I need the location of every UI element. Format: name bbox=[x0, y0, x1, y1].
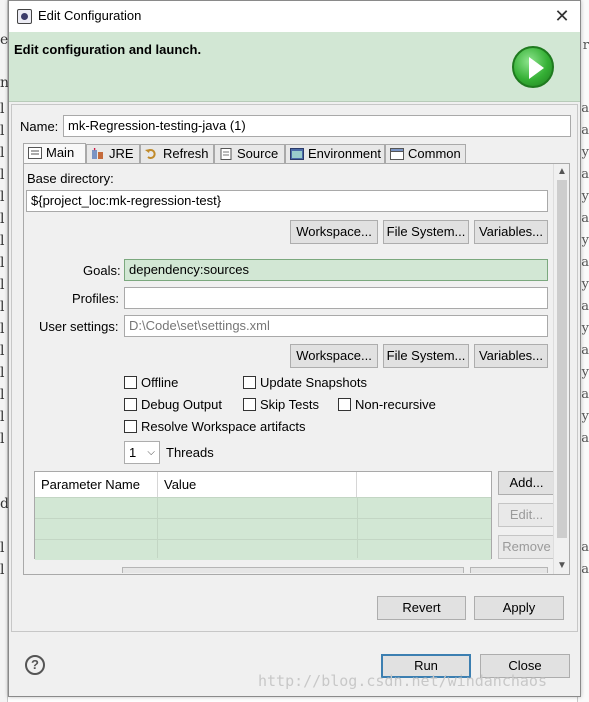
offline-label: Offline bbox=[141, 375, 179, 390]
profiles-input[interactable] bbox=[124, 287, 548, 309]
threads-label: Threads bbox=[166, 445, 214, 460]
title-bar[interactable]: Edit Configuration ✕ bbox=[9, 1, 580, 32]
column-value[interactable]: Value bbox=[158, 472, 357, 497]
profiles-label: Profiles: bbox=[72, 291, 119, 306]
goals-input[interactable]: dependency:sources bbox=[124, 259, 548, 281]
header-banner: Edit configuration and launch. bbox=[9, 32, 580, 102]
settings-variables-button[interactable]: Variables... bbox=[474, 344, 548, 368]
common-icon bbox=[390, 148, 404, 160]
run-launch-icon bbox=[512, 46, 554, 88]
scroll-down-icon[interactable]: ▼ bbox=[554, 558, 569, 574]
environment-icon bbox=[290, 148, 304, 160]
tab-refresh-label: Refresh bbox=[163, 146, 209, 161]
edit-parameter-button[interactable]: Edit... bbox=[498, 503, 555, 527]
name-input[interactable]: mk-Regression-testing-java (1) bbox=[63, 115, 571, 137]
user-settings-label: User settings: bbox=[39, 319, 119, 334]
chevron-down-icon: ⌵ bbox=[147, 447, 155, 458]
resolve-workspace-label: Resolve Workspace artifacts bbox=[141, 419, 306, 434]
debug-output-checkbox[interactable] bbox=[124, 398, 137, 411]
clipped-row-below bbox=[122, 567, 464, 573]
tab-main[interactable]: Main bbox=[23, 143, 86, 165]
tab-refresh[interactable]: Refresh bbox=[140, 144, 214, 164]
apply-button[interactable]: Apply bbox=[474, 596, 564, 620]
threads-select[interactable]: 1 ⌵ bbox=[124, 441, 160, 464]
table-row[interactable] bbox=[35, 539, 491, 560]
eclipse-app-icon bbox=[17, 9, 32, 24]
remove-parameter-button[interactable]: Remove bbox=[498, 535, 555, 559]
update-snapshots-label: Update Snapshots bbox=[260, 375, 367, 390]
parameter-table[interactable]: Parameter Name Value bbox=[34, 471, 492, 560]
table-row[interactable] bbox=[35, 518, 491, 539]
settings-filesystem-button[interactable]: File System... bbox=[383, 344, 469, 368]
add-parameter-button[interactable]: Add... bbox=[498, 471, 555, 495]
base-dir-variables-button[interactable]: Variables... bbox=[474, 220, 548, 244]
tab-common-label: Common bbox=[408, 146, 461, 161]
main-tab-icon bbox=[28, 147, 42, 159]
close-window-button[interactable]: ✕ bbox=[550, 5, 574, 27]
settings-workspace-button[interactable]: Workspace... bbox=[290, 344, 378, 368]
tab-environment-label: Environment bbox=[308, 146, 381, 161]
threads-value: 1 bbox=[129, 445, 137, 460]
skip-tests-label: Skip Tests bbox=[260, 397, 320, 412]
debug-output-label: Debug Output bbox=[141, 397, 222, 412]
scrollbar-thumb[interactable] bbox=[557, 180, 567, 538]
base-directory-label: Base directory: bbox=[27, 171, 114, 186]
name-label: Name: bbox=[20, 119, 59, 134]
scroll-up-icon[interactable]: ▲ bbox=[554, 164, 569, 180]
tab-jre-label: JRE bbox=[109, 146, 134, 161]
tab-jre[interactable]: JRE bbox=[86, 144, 140, 164]
table-row[interactable] bbox=[35, 497, 491, 518]
column-parameter-name[interactable]: Parameter Name bbox=[35, 472, 158, 497]
jre-icon bbox=[92, 148, 103, 159]
user-settings-input[interactable]: D:\Code\set\settings.xml bbox=[124, 315, 548, 337]
non-recursive-checkbox[interactable] bbox=[338, 398, 351, 411]
update-snapshots-checkbox[interactable] bbox=[243, 376, 256, 389]
base-dir-filesystem-button[interactable]: File System... bbox=[383, 220, 469, 244]
non-recursive-label: Non-recursive bbox=[355, 397, 436, 412]
background-window-left: e n l l l l l l l l l l l l l l l l d l … bbox=[0, 0, 9, 702]
parameter-table-header: Parameter Name Value bbox=[35, 472, 491, 497]
help-icon[interactable]: ? bbox=[25, 655, 45, 675]
refresh-icon bbox=[145, 149, 156, 159]
edit-configuration-dialog: Edit Configuration ✕ Edit configuration … bbox=[8, 0, 581, 697]
resolve-workspace-checkbox[interactable] bbox=[124, 420, 137, 433]
tab-source-label: Source bbox=[237, 146, 279, 161]
revert-button[interactable]: Revert bbox=[377, 596, 466, 620]
tab-environment[interactable]: Environment bbox=[285, 144, 385, 164]
goals-label: Goals: bbox=[83, 263, 121, 278]
base-dir-workspace-button[interactable]: Workspace... bbox=[290, 220, 378, 244]
tab-common[interactable]: Common bbox=[385, 144, 466, 164]
skip-tests-checkbox[interactable] bbox=[243, 398, 256, 411]
vertical-scrollbar[interactable]: ▲ ▼ bbox=[553, 164, 569, 574]
offline-checkbox[interactable] bbox=[124, 376, 137, 389]
banner-heading: Edit configuration and launch. bbox=[14, 42, 202, 57]
main-tab-content: Base directory: ${project_loc:mk-regress… bbox=[23, 163, 570, 575]
watermark: http://blog.csdn.net/windanchaos bbox=[258, 672, 547, 690]
source-icon bbox=[220, 148, 232, 160]
base-directory-input[interactable]: ${project_loc:mk-regression-test} bbox=[26, 190, 548, 212]
clipped-button-below bbox=[470, 567, 548, 573]
window-title: Edit Configuration bbox=[38, 8, 142, 23]
tab-source[interactable]: Source bbox=[214, 144, 285, 164]
tab-main-label: Main bbox=[46, 145, 75, 160]
